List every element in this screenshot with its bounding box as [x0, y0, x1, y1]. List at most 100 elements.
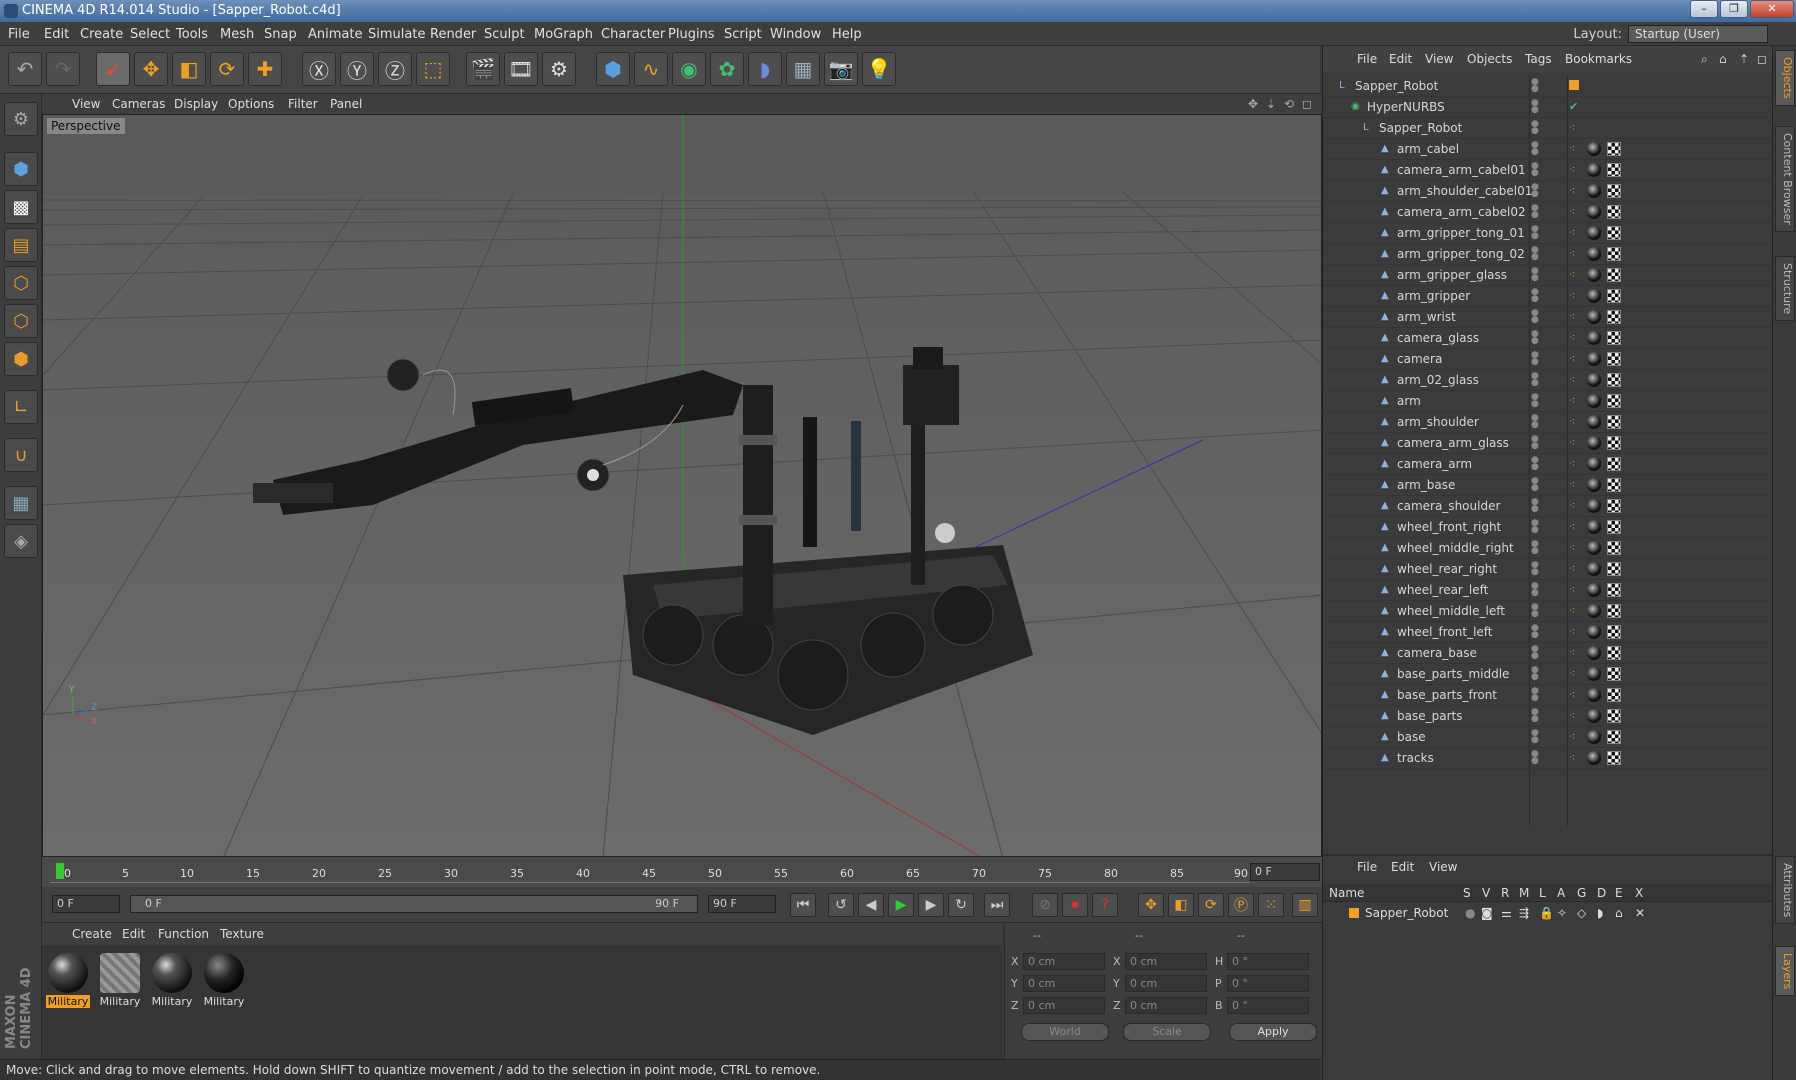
search-icon[interactable]: ⌕ — [1701, 52, 1708, 67]
light-icon[interactable]: 💡 — [862, 52, 896, 86]
tree-object-row[interactable]: ▲ arm_cabel ● ● ⁖ — [1323, 139, 1773, 160]
uvw-tag-icon[interactable] — [1607, 415, 1621, 429]
layer-menu-view[interactable]: View — [1429, 860, 1457, 874]
menu-character[interactable]: Character — [601, 27, 665, 42]
uvw-tag-icon[interactable] — [1607, 247, 1621, 261]
end-frame-field[interactable]: 90 F — [708, 895, 776, 913]
uvw-tag-icon[interactable] — [1607, 478, 1621, 492]
close-button[interactable]: ✕ — [1750, 0, 1794, 18]
uvw-tag-icon[interactable] — [1607, 289, 1621, 303]
object-name[interactable]: arm_shoulder_cabel01 — [1397, 184, 1532, 198]
uvw-tag-icon[interactable] — [1607, 562, 1621, 576]
phong-tag-icon[interactable]: ⁖ — [1569, 458, 1581, 470]
object-name[interactable]: camera_shoulder — [1397, 499, 1500, 513]
phong-tag-icon[interactable]: ⁖ — [1569, 500, 1581, 512]
y-axis-lock-icon[interactable]: Ⓨ — [340, 52, 374, 86]
tree-object-row[interactable]: ▲ wheel_middle_right ● ● ⁖ — [1323, 538, 1773, 559]
object-menu-file[interactable]: File — [1357, 52, 1377, 66]
cube-primitive-icon[interactable]: ⬢ — [596, 52, 630, 86]
tree-object-row[interactable]: ▲ arm_gripper ● ● ⁖ — [1323, 286, 1773, 307]
visibility-dots[interactable]: ● ● — [1531, 561, 1541, 577]
phong-tag-icon[interactable]: ⁖ — [1569, 290, 1581, 302]
tree-object-row[interactable]: ▲ wheel_front_right ● ● ⁖ — [1323, 517, 1773, 538]
redo-icon[interactable]: ↷ — [46, 52, 80, 86]
viewport-toggle-icon[interactable]: ◻ — [1302, 97, 1312, 111]
menu-mesh[interactable]: Mesh — [220, 27, 254, 42]
key-rotation-icon[interactable]: ⟳ — [1198, 893, 1224, 917]
up-arrow-icon[interactable]: ⇡ — [1739, 52, 1749, 66]
uvw-tag-icon[interactable] — [1607, 604, 1621, 618]
tree-object-row[interactable]: ▲ tracks ● ● ⁖ — [1323, 748, 1773, 769]
maximize-button[interactable]: ❐ — [1720, 0, 1748, 18]
tree-object-row[interactable]: ▲ camera_arm_cabel01 ● ● ⁖ — [1323, 160, 1773, 181]
material-tag-icon[interactable] — [1587, 625, 1601, 639]
menu-mograph[interactable]: MoGraph — [534, 27, 593, 42]
object-name[interactable]: arm_base — [1397, 478, 1455, 492]
phong-tag-icon[interactable]: ⁖ — [1569, 542, 1581, 554]
tab-content-browser[interactable]: Content Browser — [1775, 126, 1795, 232]
uvw-tag-icon[interactable] — [1607, 730, 1621, 744]
object-name[interactable]: Sapper_Robot — [1379, 121, 1462, 135]
visibility-dots[interactable]: ● ● — [1531, 666, 1541, 682]
viewport-menu-cameras[interactable]: Cameras — [112, 97, 165, 111]
tree-object-row[interactable]: ▲ wheel_rear_right ● ● ⁖ — [1323, 559, 1773, 580]
layer-generator-icon[interactable]: ◇ — [1577, 906, 1586, 920]
tree-object-row[interactable]: ▲ wheel_rear_left ● ● ⁖ — [1323, 580, 1773, 601]
render-view-icon[interactable]: 🎬 — [466, 52, 500, 86]
menu-tools[interactable]: Tools — [176, 27, 208, 42]
tree-object-row[interactable]: ▲ camera_glass ● ● ⁖ — [1323, 328, 1773, 349]
axis-mode-icon[interactable]: ∟ — [4, 390, 38, 424]
visibility-dots[interactable]: ● ● — [1531, 729, 1541, 745]
go-to-start-icon[interactable]: ⏮ — [790, 893, 816, 917]
menu-file[interactable]: File — [8, 27, 30, 42]
tree-object-row[interactable]: ▲ camera_arm_cabel02 ● ● ⁖ — [1323, 202, 1773, 223]
material-tag-icon[interactable] — [1587, 709, 1601, 723]
material-tag-icon[interactable] — [1587, 310, 1601, 324]
tree-object-row[interactable]: ▲ arm_gripper_glass ● ● ⁖ — [1323, 265, 1773, 286]
layer-solo-toggle[interactable]: ● — [1465, 906, 1475, 920]
menu-script[interactable]: Script — [724, 27, 762, 42]
visibility-dots[interactable]: ● ● — [1531, 162, 1541, 178]
material-tag-icon[interactable] — [1587, 205, 1601, 219]
material-tag-icon[interactable] — [1587, 163, 1601, 177]
recent-tool-icon[interactable]: ✚ — [248, 52, 282, 86]
sapper-robot-model[interactable] — [253, 347, 1033, 735]
material-tag-icon[interactable] — [1587, 604, 1601, 618]
layer-menu-edit[interactable]: Edit — [1391, 860, 1414, 874]
visibility-dots[interactable]: ● ● — [1531, 603, 1541, 619]
visibility-dots[interactable]: ● ● — [1531, 120, 1541, 136]
phong-tag-icon[interactable]: ⁖ — [1569, 122, 1581, 134]
object-menu-tags[interactable]: Tags — [1525, 52, 1552, 66]
viewport-menu-options[interactable]: Options — [228, 97, 274, 111]
keyframe-selection-icon[interactable]: ? — [1092, 893, 1118, 917]
object-name[interactable]: base — [1397, 730, 1426, 744]
tab-layers[interactable]: Layers — [1775, 946, 1795, 997]
uvw-tag-icon[interactable] — [1607, 709, 1621, 723]
phong-tag-icon[interactable]: ⁖ — [1569, 647, 1581, 659]
points-mode-icon[interactable]: ⬡ — [4, 266, 38, 300]
visibility-dots[interactable]: ● ● — [1531, 309, 1541, 325]
layer-row[interactable]: Sapper_Robot ● ◙ ⚌ ⇶ 🔒 ✧ ◇ ◗ ⌂ ✕ — [1323, 904, 1773, 924]
polygons-mode-icon[interactable]: ⬢ — [4, 342, 38, 376]
material-tag-icon[interactable] — [1587, 667, 1601, 681]
phong-tag-icon[interactable]: ⁖ — [1569, 269, 1581, 281]
uvw-tag-icon[interactable] — [1607, 541, 1621, 555]
uvw-tag-icon[interactable] — [1607, 751, 1621, 765]
visibility-dots[interactable]: ● ● — [1531, 78, 1541, 94]
deformer-icon[interactable]: ◗ — [748, 52, 782, 86]
material-tag-icon[interactable] — [1587, 226, 1601, 240]
rotation-b-field[interactable]: 0 ° — [1227, 997, 1309, 1014]
next-frame-icon[interactable]: ▶ — [918, 893, 944, 917]
uvw-tag-icon[interactable] — [1607, 268, 1621, 282]
layer-manager-icon[interactable]: ⇶ — [1519, 906, 1529, 920]
object-name[interactable]: tracks — [1397, 751, 1434, 765]
phong-tag-icon[interactable]: ⁖ — [1569, 395, 1581, 407]
uvw-tag-icon[interactable] — [1607, 226, 1621, 240]
layer-expression-icon[interactable]: ⌂ — [1615, 906, 1623, 920]
menu-plugins[interactable]: Plugins — [668, 27, 715, 42]
render-picture-viewer-icon[interactable]: 🎞 — [504, 52, 538, 86]
viewport-menu-view[interactable]: View — [72, 97, 100, 111]
material-tag-icon[interactable] — [1587, 457, 1601, 471]
tab-attributes[interactable]: Attributes — [1775, 856, 1795, 925]
phong-tag-icon[interactable]: ⁖ — [1569, 731, 1581, 743]
